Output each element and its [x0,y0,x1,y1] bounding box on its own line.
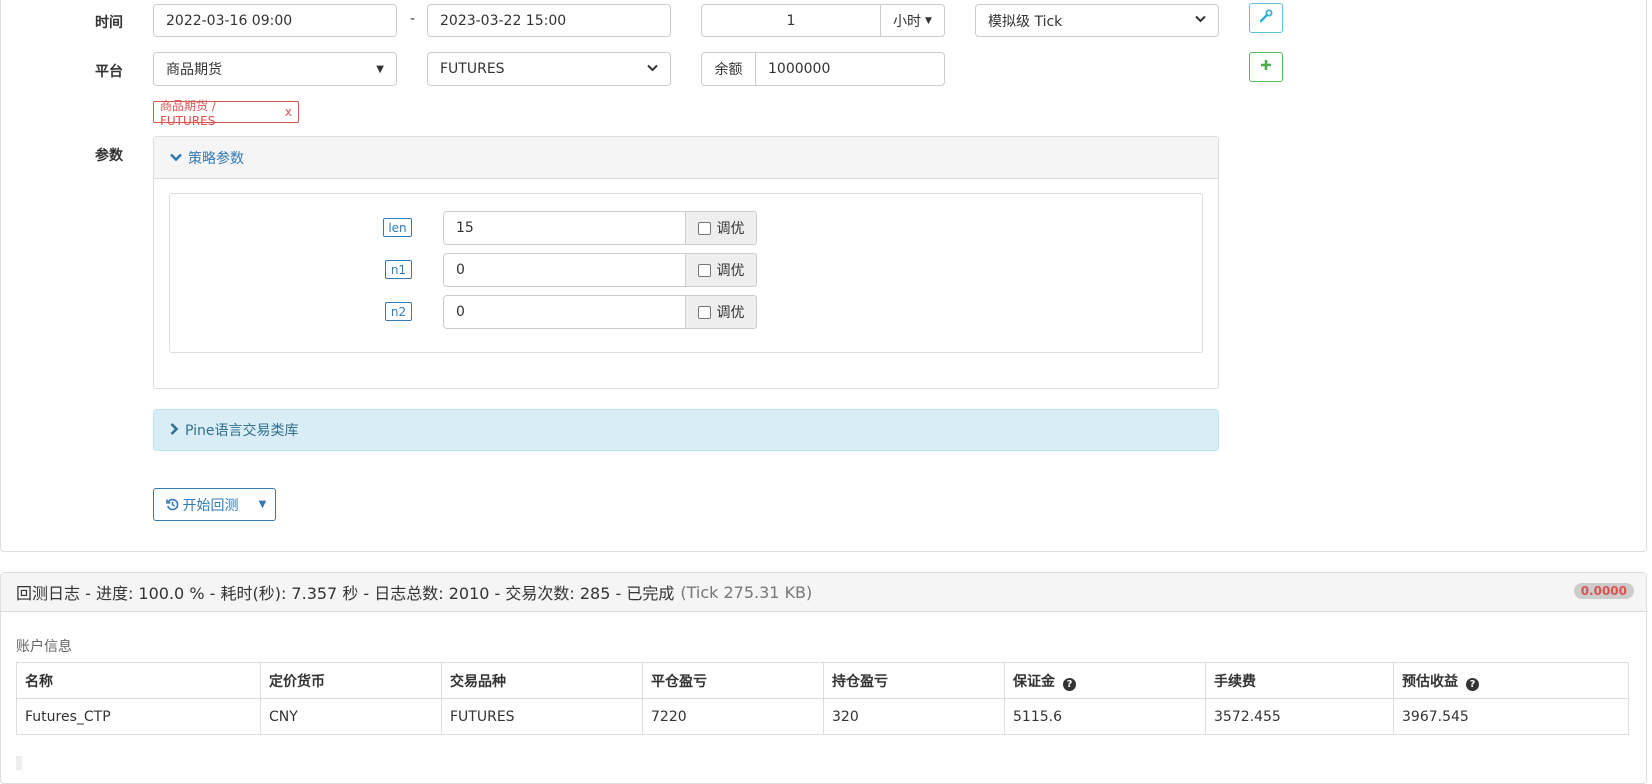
balance-input[interactable]: 1000000 [755,52,945,86]
log-size: (Tick 275.31 KB) [680,582,813,602]
tag-remove-button[interactable]: x [285,105,292,119]
column-header: 名称 [16,662,261,699]
tick-mode-value: 模拟级 Tick [988,13,1063,30]
params-label: 参数 [95,148,123,164]
caret-down-icon: ▼ [258,499,267,510]
symbol-select[interactable]: FUTURES [427,52,671,86]
optimize-label: 调优 [716,221,745,237]
table-cell: 7220 [642,698,824,735]
optimize-checkbox[interactable] [697,221,711,235]
add-platform-button[interactable] [1249,52,1283,82]
chevron-right-icon [170,422,179,438]
platform-select[interactable]: 商品期货 ▼ [153,52,397,86]
optimize-toggle-n2[interactable]: 调优 [685,295,757,329]
optimize-toggle-len[interactable]: 调优 [685,211,757,245]
history-icon [165,498,179,511]
question-circle-icon[interactable]: ? [1063,677,1076,691]
time-label: 时间 [95,15,123,31]
start-backtest-dropdown[interactable]: ▼ [250,488,276,521]
optimize-label: 调优 [716,305,745,321]
wrench-icon [1259,9,1273,27]
table-header-row: 名称 定价货币 交易品种 平仓盈亏 持仓盈亏 保证金? 手续费 预估收益? [16,662,1629,699]
column-header: 手续费 [1205,662,1394,699]
chevron-down-icon [1195,15,1206,26]
column-header: 平仓盈亏 [642,662,824,699]
symbol-value: FUTURES [440,61,505,77]
log-header: 回测日志 - 进度: 100.0 % - 耗时(秒): 7.357 秒 - 日志… [1,573,1646,612]
param-label-len: len [383,218,412,237]
table-cell: 3967.545 [1393,698,1629,735]
period-unit-label: 小时 [893,13,922,30]
period-value-input[interactable]: 1 [701,4,881,37]
table-cell: 5115.6 [1004,698,1206,735]
column-header-label: 预估收益 [1402,673,1458,690]
strategy-params-header[interactable]: 策略参数 [154,137,1218,179]
caret-down-icon: ▼ [376,63,384,75]
table-cell: FUTURES [441,698,643,735]
tag-label: 商品期货 / FUTURES [160,98,216,128]
column-header-label: 保证金 [1013,673,1055,690]
strategy-params-title: 策略参数 [188,150,244,167]
column-header: 持仓盈亏 [823,662,1005,699]
log-title: 回测日志 - 进度: 100.0 % - 耗时(秒): 7.357 秒 - 日志… [16,584,675,603]
end-time-input[interactable]: 2023-03-22 15:00 [427,4,671,37]
param-label-n2: n2 [385,302,412,321]
account-table: 名称 定价货币 交易品种 平仓盈亏 持仓盈亏 保证金? 手续费 预估收益? Fu… [16,662,1629,735]
column-header-margin: 保证金? [1004,662,1206,699]
table-row: Futures_CTP CNY FUTURES 7220 320 5115.6 … [16,698,1629,735]
tick-mode-select[interactable]: 模拟级 Tick [975,4,1219,37]
optimize-label: 调优 [716,263,745,279]
start-backtest-label: 开始回测 [182,497,239,514]
column-header: 交易品种 [441,662,643,699]
profit-badge: 0.0000 [1573,583,1634,599]
table-cell: 3572.455 [1205,698,1394,735]
param-input-n1[interactable]: 0 [443,253,686,287]
caret-down-icon: ▼ [925,15,932,26]
param-input-n2[interactable]: 0 [443,295,686,329]
settings-button[interactable] [1249,3,1283,33]
optimize-toggle-n1[interactable]: 调优 [685,253,757,287]
optimize-checkbox[interactable] [697,263,711,277]
account-info-title: 账户信息 [16,639,72,655]
period-unit-dropdown[interactable]: 小时 ▼ [880,4,945,37]
param-input-len[interactable]: 15 [443,211,686,245]
chevron-down-icon [170,151,182,165]
platform-label: 平台 [95,64,123,80]
question-circle-icon[interactable]: ? [1466,677,1479,691]
start-backtest-button[interactable]: 开始回测 [153,488,251,521]
plus-icon [1260,59,1272,75]
column-header: 定价货币 [260,662,442,699]
optimize-checkbox[interactable] [697,305,711,319]
chevron-down-icon [647,64,658,75]
column-header-estimated: 预估收益? [1393,662,1629,699]
selected-platform-tag: 商品期货 / FUTURES x [153,99,299,128]
table-cell: Futures_CTP [16,698,261,735]
param-label-n1: n1 [385,260,412,279]
start-time-input[interactable]: 2022-03-16 09:00 [153,4,397,37]
table-cell: CNY [260,698,442,735]
pine-library-panel-header[interactable]: Pine语言交易类库 [153,409,1219,451]
platform-value: 商品期货 [166,62,222,78]
table-cell: 320 [823,698,1005,735]
time-range-dash: - [410,11,416,27]
balance-label: 余额 [701,52,756,86]
pine-library-title: Pine语言交易类库 [185,423,299,439]
